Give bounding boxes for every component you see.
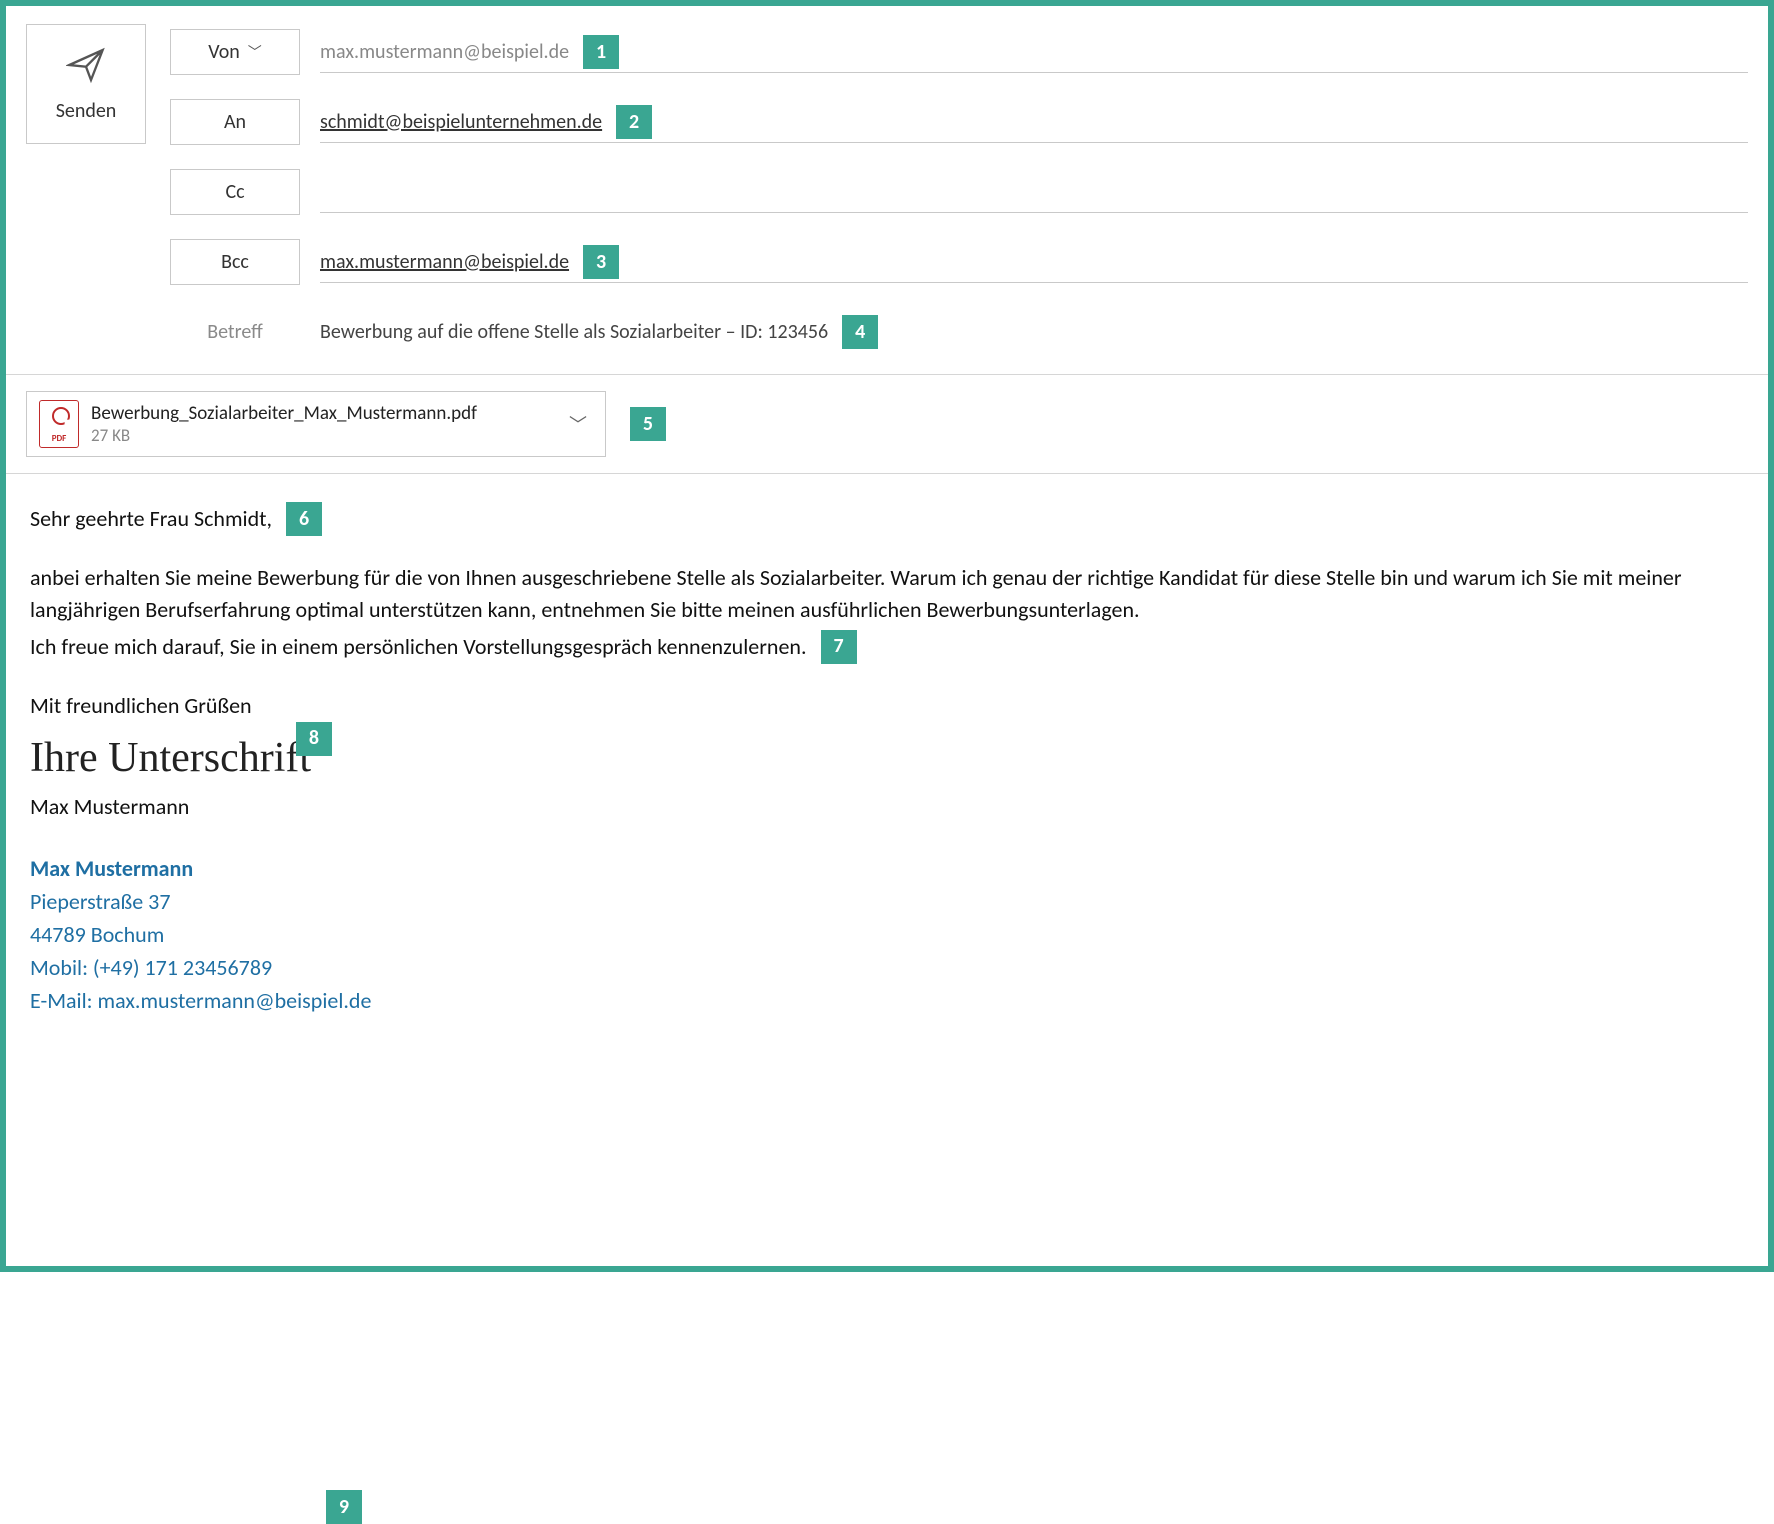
- sig-name: Max Mustermann: [30, 852, 1744, 885]
- attachment-name: Bewerbung_Sozialarbeiter_Max_Mustermann.…: [91, 402, 551, 426]
- header-fields: Senden Von ﹀ max.mustermann@beispiel.de …: [6, 6, 1768, 374]
- cc-row: Cc: [170, 164, 1748, 220]
- signature-handwritten: Ihre Unterschrift: [30, 728, 1744, 789]
- body-paragraph-2: Ich freue mich darauf, Sie in einem pers…: [30, 631, 807, 663]
- to-value[interactable]: schmidt@beispielunternehmen.de 2: [320, 101, 1748, 143]
- email-compose-window: Senden Von ﹀ max.mustermann@beispiel.de …: [0, 0, 1774, 1272]
- bcc-row: Bcc max.mustermann@beispiel.de 3: [170, 234, 1748, 290]
- from-label: Von: [208, 40, 240, 64]
- chevron-down-icon[interactable]: ﹀: [563, 411, 593, 437]
- cc-label: Cc: [225, 180, 244, 204]
- callout-5: 5: [630, 407, 666, 441]
- callout-7: 7: [821, 630, 857, 664]
- send-icon: [66, 45, 106, 91]
- bcc-label: Bcc: [221, 250, 249, 274]
- sig-email: E-Mail: max.mustermann@beispiel.de: [30, 984, 1744, 1017]
- message-body[interactable]: Sehr geehrte Frau Schmidt, 6 anbei erhal…: [6, 474, 1768, 1041]
- body-paragraph-1: anbei erhalten Sie meine Bewerbung für d…: [30, 562, 1710, 626]
- signature-block: Max Mustermann Pieperstraße 37 44789 Boc…: [30, 852, 1744, 1017]
- bcc-text: max.mustermann@beispiel.de: [320, 250, 569, 274]
- callout-4: 4: [842, 315, 878, 349]
- from-selector[interactable]: Von ﹀: [170, 29, 300, 75]
- send-label: Senden: [56, 99, 117, 123]
- to-row: An schmidt@beispielunternehmen.de 2: [170, 94, 1748, 150]
- subject-row: Betreff Bewerbung auf die offene Stelle …: [170, 304, 1748, 360]
- attachment-size: 27 KB: [91, 425, 551, 446]
- callout-1: 1: [583, 35, 619, 69]
- sig-city: 44789 Bochum: [30, 918, 1744, 951]
- from-value[interactable]: max.mustermann@beispiel.de 1: [320, 31, 1748, 73]
- salutation: Sehr geehrte Frau Schmidt,: [30, 503, 272, 535]
- subject-label: Betreff: [170, 320, 300, 344]
- to-button[interactable]: An: [170, 99, 300, 145]
- pdf-icon: PDF: [39, 400, 79, 448]
- callout-9: 9: [326, 1490, 362, 1524]
- from-row: Von ﹀ max.mustermann@beispiel.de 1: [170, 24, 1748, 80]
- cc-button[interactable]: Cc: [170, 169, 300, 215]
- closing: Mit freundlichen Grüßen: [30, 690, 1744, 722]
- sig-mobile: Mobil: (+49) 171 23456789: [30, 951, 1744, 984]
- callout-3: 3: [583, 245, 619, 279]
- subject-value[interactable]: Bewerbung auf die offene Stelle als Sozi…: [320, 311, 1748, 353]
- sender-name: Max Mustermann: [30, 791, 1744, 823]
- attachment-item[interactable]: PDF Bewerbung_Sozialarbeiter_Max_Musterm…: [26, 391, 606, 457]
- attachment-bar: PDF Bewerbung_Sozialarbeiter_Max_Musterm…: [6, 374, 1768, 474]
- callout-6: 6: [286, 502, 322, 536]
- sig-street: Pieperstraße 37: [30, 885, 1744, 918]
- to-text: schmidt@beispielunternehmen.de: [320, 110, 602, 134]
- cc-value[interactable]: [320, 171, 1748, 213]
- callout-8: 8: [296, 722, 332, 756]
- chevron-down-icon: ﹀: [248, 42, 262, 62]
- from-text: max.mustermann@beispiel.de: [320, 40, 569, 64]
- bcc-value[interactable]: max.mustermann@beispiel.de 3: [320, 241, 1748, 283]
- attachment-meta: Bewerbung_Sozialarbeiter_Max_Mustermann.…: [91, 402, 551, 447]
- bcc-button[interactable]: Bcc: [170, 239, 300, 285]
- subject-text: Bewerbung auf die offene Stelle als Sozi…: [320, 320, 828, 344]
- callout-2: 2: [616, 105, 652, 139]
- send-button[interactable]: Senden: [26, 24, 146, 144]
- to-label: An: [224, 110, 246, 134]
